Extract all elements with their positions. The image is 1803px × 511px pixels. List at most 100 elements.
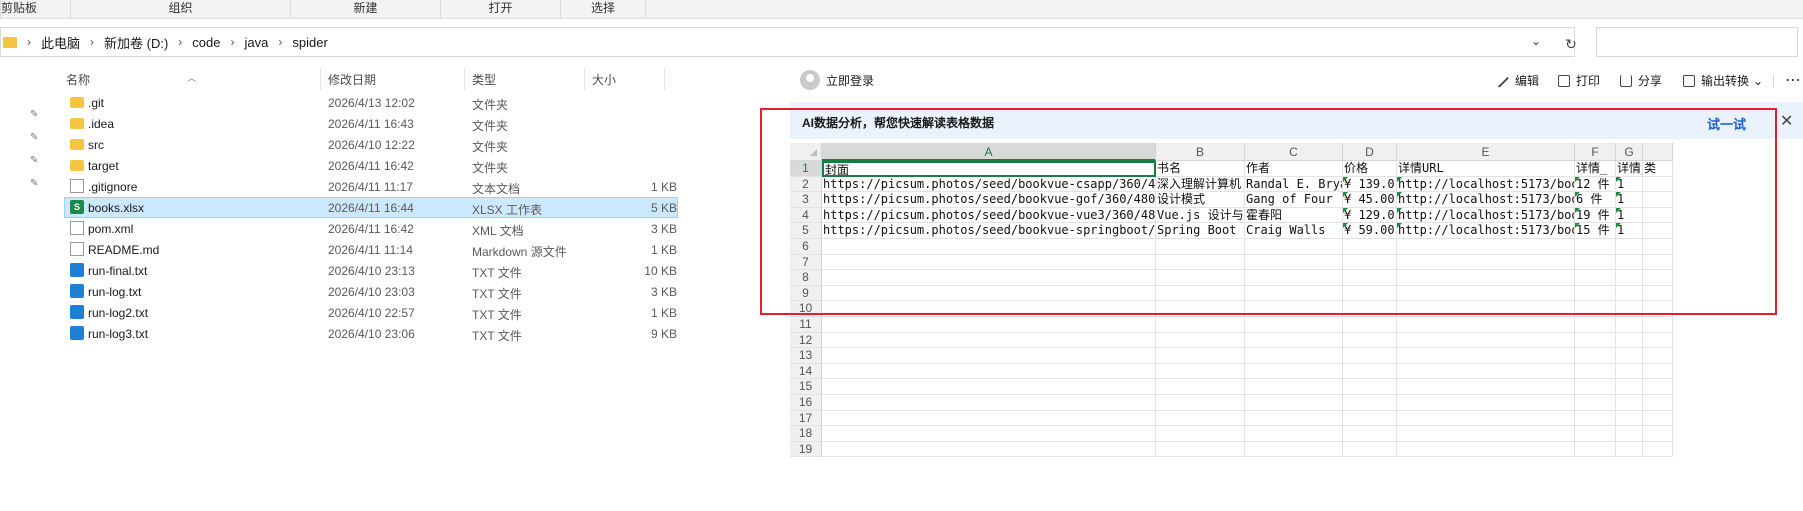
row-header[interactable]: 19 bbox=[790, 441, 822, 458]
breadcrumb-java[interactable]: java bbox=[245, 35, 269, 50]
sheet-cell[interactable] bbox=[1616, 395, 1643, 411]
sheet-cell[interactable] bbox=[822, 379, 1156, 395]
sheet-cell[interactable] bbox=[1343, 348, 1397, 364]
print-button[interactable]: 打印 bbox=[1558, 72, 1600, 89]
sheet-cell[interactable] bbox=[1616, 410, 1643, 427]
sheet-cell[interactable] bbox=[1156, 317, 1245, 333]
address-bar[interactable]: › 此电脑 › 新加卷 (D:) › code › java › spider … bbox=[0, 27, 1577, 57]
sheet-cell[interactable] bbox=[1397, 363, 1575, 380]
sheet-cell[interactable] bbox=[1397, 441, 1575, 458]
sheet-cell[interactable] bbox=[822, 363, 1156, 380]
sheet-cell[interactable] bbox=[1397, 332, 1575, 349]
row-header[interactable]: 18 bbox=[790, 426, 822, 442]
sheet-cell[interactable] bbox=[1245, 426, 1343, 442]
row-header[interactable]: 14 bbox=[790, 363, 822, 380]
sheet-cell[interactable] bbox=[1575, 441, 1616, 458]
sheet-cell[interactable] bbox=[1245, 332, 1343, 349]
sheet-cell[interactable] bbox=[1575, 395, 1616, 411]
ribbon-select[interactable]: 选择 bbox=[561, 0, 646, 19]
sheet-cell[interactable] bbox=[1343, 410, 1397, 427]
breadcrumb-drive[interactable]: 新加卷 (D:) bbox=[104, 33, 168, 52]
sheet-cell[interactable] bbox=[1245, 348, 1343, 364]
sheet-cell[interactable] bbox=[1643, 426, 1673, 442]
sheet-cell[interactable] bbox=[1643, 410, 1673, 427]
sheet-cell[interactable] bbox=[822, 410, 1156, 427]
sheet-cell[interactable] bbox=[1575, 410, 1616, 427]
row-header[interactable]: 13 bbox=[790, 348, 822, 364]
file-row[interactable]: run-final.txt 2026/4/10 23:13 TXT 文件 10 KB bbox=[48, 260, 678, 281]
sheet-cell[interactable] bbox=[1397, 379, 1575, 395]
sheet-cell[interactable] bbox=[1245, 441, 1343, 458]
sheet-cell[interactable] bbox=[1643, 363, 1673, 380]
sheet-cell[interactable] bbox=[1156, 363, 1245, 380]
row-header[interactable]: 11 bbox=[790, 317, 822, 333]
ribbon-clipboard[interactable]: 剪贴板 bbox=[1, 0, 71, 19]
sheet-cell[interactable] bbox=[1397, 317, 1575, 333]
file-row[interactable]: run-log.txt 2026/4/10 23:03 TXT 文件 3 KB bbox=[48, 281, 678, 302]
sheet-cell[interactable] bbox=[1575, 348, 1616, 364]
sheet-cell[interactable] bbox=[1343, 379, 1397, 395]
refresh-icon[interactable]: ↻ bbox=[1556, 30, 1586, 60]
sheet-cell[interactable] bbox=[1245, 395, 1343, 411]
chevron-down-icon[interactable]: ⌄ bbox=[1531, 34, 1541, 48]
ribbon-open[interactable]: 打开 bbox=[441, 0, 561, 19]
sheet-cell[interactable] bbox=[1245, 410, 1343, 427]
sheet-cell[interactable] bbox=[1343, 363, 1397, 380]
sheet-cell[interactable] bbox=[1343, 441, 1397, 458]
sheet-cell[interactable] bbox=[1397, 426, 1575, 442]
sheet-cell[interactable] bbox=[1616, 379, 1643, 395]
sheet-cell[interactable] bbox=[1616, 363, 1643, 380]
sheet-cell[interactable] bbox=[1575, 363, 1616, 380]
ribbon-new[interactable]: 新建 bbox=[291, 0, 441, 19]
sheet-cell[interactable] bbox=[1343, 332, 1397, 349]
sheet-cell[interactable] bbox=[1616, 317, 1643, 333]
file-row[interactable]: src 2026/4/10 12:22 文件夹 bbox=[48, 134, 678, 155]
login-button[interactable]: 立即登录 bbox=[800, 70, 874, 90]
sheet-cell[interactable] bbox=[822, 348, 1156, 364]
sheet-cell[interactable] bbox=[1643, 395, 1673, 411]
sheet-cell[interactable] bbox=[1343, 395, 1397, 411]
sheet-cell[interactable] bbox=[1643, 441, 1673, 458]
sheet-cell[interactable] bbox=[1575, 426, 1616, 442]
sheet-cell[interactable] bbox=[1343, 317, 1397, 333]
file-row[interactable]: .gitignore 2026/4/11 11:17 文本文档 1 KB bbox=[48, 176, 678, 197]
file-row[interactable]: run-log2.txt 2026/4/10 22:57 TXT 文件 1 KB bbox=[48, 302, 678, 323]
column-name[interactable]: 名称 bbox=[66, 71, 90, 88]
sheet-cell[interactable] bbox=[1156, 426, 1245, 442]
sheet-cell[interactable] bbox=[1156, 410, 1245, 427]
pin-icon[interactable]: ✎ bbox=[30, 156, 40, 166]
search-input[interactable] bbox=[1596, 27, 1798, 57]
pin-icon[interactable]: ✎ bbox=[30, 110, 40, 120]
row-header[interactable]: 16 bbox=[790, 395, 822, 411]
sheet-cell[interactable] bbox=[1616, 332, 1643, 349]
file-row[interactable]: README.md 2026/4/11 11:14 Markdown 源文件 1 KB bbox=[48, 239, 678, 260]
sheet-cell[interactable] bbox=[1397, 395, 1575, 411]
sheet-cell[interactable] bbox=[822, 426, 1156, 442]
row-header[interactable]: 17 bbox=[790, 410, 822, 427]
sheet-cell[interactable] bbox=[1575, 332, 1616, 349]
breadcrumb-code[interactable]: code bbox=[192, 35, 220, 50]
sheet-cell[interactable] bbox=[1156, 332, 1245, 349]
row-header[interactable]: 15 bbox=[790, 379, 822, 395]
sheet-cell[interactable] bbox=[822, 317, 1156, 333]
close-icon[interactable]: ✕ bbox=[1780, 111, 1793, 131]
export-button[interactable]: 输出转换 ⌄ bbox=[1683, 72, 1763, 89]
file-row[interactable]: target 2026/4/11 16:42 文件夹 bbox=[48, 155, 678, 176]
sheet-cell[interactable] bbox=[822, 395, 1156, 411]
sheet-cell[interactable] bbox=[1616, 441, 1643, 458]
column-date[interactable]: 修改日期 bbox=[328, 71, 376, 88]
column-type[interactable]: 类型 bbox=[472, 71, 496, 88]
file-row[interactable]: .idea 2026/4/11 16:43 文件夹 bbox=[48, 113, 678, 134]
sheet-cell[interactable] bbox=[1156, 441, 1245, 458]
edit-button[interactable]: 编辑 bbox=[1494, 72, 1539, 89]
breadcrumb-this-pc[interactable]: 此电脑 bbox=[41, 33, 80, 52]
pin-icon[interactable]: ✎ bbox=[30, 179, 40, 189]
sheet-cell[interactable] bbox=[1156, 348, 1245, 364]
sheet-cell[interactable] bbox=[1643, 332, 1673, 349]
sheet-cell[interactable] bbox=[1643, 379, 1673, 395]
sheet-cell[interactable] bbox=[1397, 348, 1575, 364]
row-header[interactable]: 12 bbox=[790, 332, 822, 349]
more-icon[interactable]: ⋯ bbox=[1785, 70, 1802, 90]
sheet-cell[interactable] bbox=[1245, 363, 1343, 380]
sheet-cell[interactable] bbox=[1643, 317, 1673, 333]
